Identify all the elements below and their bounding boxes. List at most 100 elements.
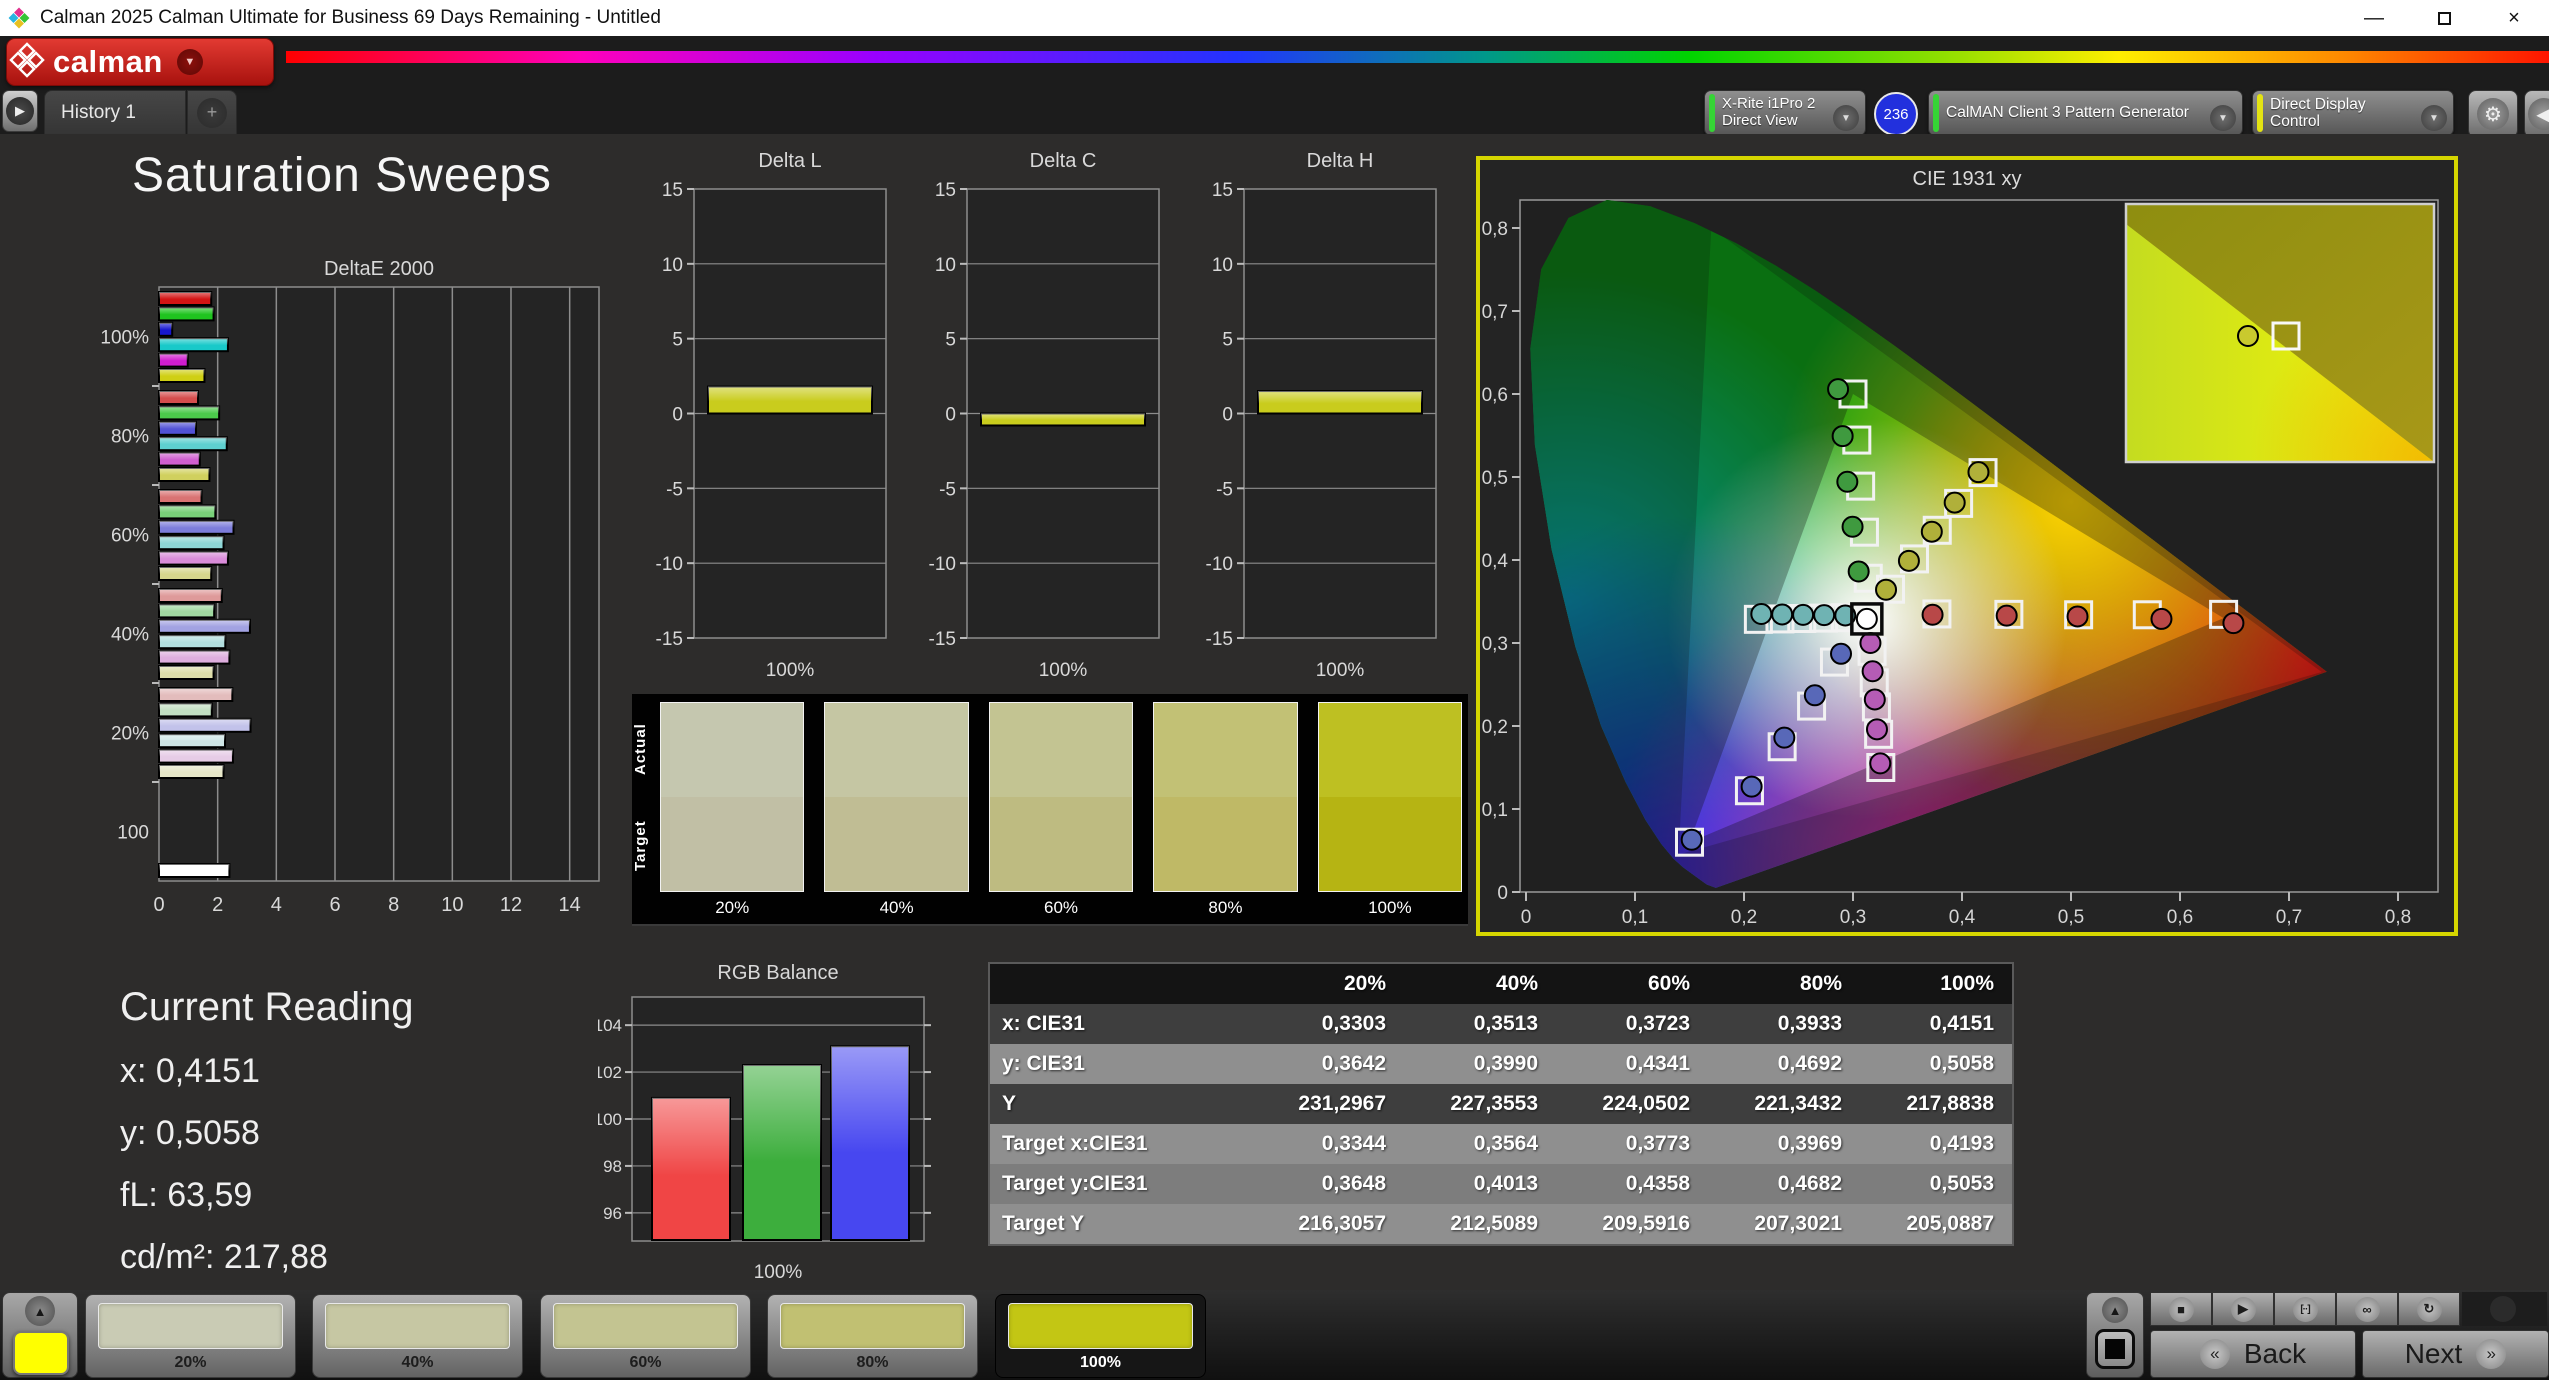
pattern-window-icon[interactable]: [2095, 1329, 2135, 1369]
svg-text:0,3: 0,3: [1840, 907, 1866, 928]
table-cell: 0,3969: [1708, 1124, 1860, 1164]
calman-app-icon: [8, 7, 30, 29]
table-cell: 0,4682: [1708, 1164, 1860, 1204]
gear-icon: ⚙: [2477, 98, 2509, 130]
swatch-level-label: 100%: [1368, 898, 1412, 917]
back-label: Back: [2243, 1338, 2307, 1369]
step-icon: [··]: [2292, 1296, 2318, 1322]
svg-text:4: 4: [271, 894, 282, 916]
table-cell: 207,3021: [1708, 1204, 1860, 1244]
calman-menu-button[interactable]: calman ▼: [6, 38, 274, 86]
next-button[interactable]: Next »: [2362, 1330, 2549, 1378]
indicator-circle-icon: [2490, 1296, 2516, 1322]
table-cell: 0,3642: [1252, 1044, 1404, 1084]
red-sweep-measured: [2150, 607, 2173, 630]
workspace: Saturation Sweeps DeltaE 2000 0 2 4 6 8 10 12 1…: [0, 134, 2549, 1290]
delta-c-plot: 15 10 5 0 -5 -10 -15: [929, 180, 1160, 650]
back-button[interactable]: « Back: [2150, 1330, 2356, 1378]
svg-text:0,7: 0,7: [2276, 907, 2302, 928]
table-row-label: x: CIE31: [990, 1004, 1252, 1044]
pattern-button-100%[interactable]: 100%: [995, 1294, 1206, 1378]
rgb-balance-xlabel: 100%: [753, 1262, 803, 1283]
restore-button[interactable]: [2409, 0, 2479, 36]
target-swatch-80%: [1153, 797, 1298, 892]
table-row-label: Target y:CIE31: [990, 1164, 1252, 1204]
display-control-dropdown[interactable]: Direct Display Control ▼: [2252, 90, 2454, 136]
svg-text:-10: -10: [929, 554, 956, 575]
add-tab-button[interactable]: +: [187, 90, 237, 134]
stop-icon: ■: [2168, 1296, 2194, 1322]
svg-text:0,4: 0,4: [1482, 551, 1509, 572]
svg-text:0,8: 0,8: [1482, 219, 1508, 240]
play-button[interactable]: ▶: [2212, 1292, 2274, 1326]
delta-c-chart: Delta C 15 10 5 0 -5 -10 -15 100%: [923, 150, 1163, 710]
disabled-indicator-chip: [2462, 1292, 2547, 1326]
play-icon: ▶: [2230, 1296, 2256, 1322]
svg-text:0,6: 0,6: [1482, 385, 1508, 406]
settings-button[interactable]: ⚙: [2468, 90, 2518, 138]
magenta-sweep-measured: [1859, 632, 1882, 654]
actual-swatch-60%: [988, 702, 1134, 797]
svg-text:40%: 40%: [111, 625, 149, 646]
table-cell: 0,3723: [1556, 1004, 1708, 1044]
loop-button[interactable]: ∞: [2336, 1292, 2398, 1326]
stop-button[interactable]: ■: [2150, 1292, 2212, 1326]
pattern-generator-dropdown[interactable]: CalMAN Client 3 Pattern Generator ▼: [1928, 90, 2243, 136]
svg-text:0,6: 0,6: [2167, 907, 2193, 928]
table-cell: 209,5916: [1556, 1204, 1708, 1244]
table-header-40%: 40%: [1404, 964, 1556, 1004]
svg-text:0: 0: [1222, 405, 1233, 426]
reading-cdm: cd/m²: 217,88: [120, 1238, 328, 1276]
svg-text:0,2: 0,2: [1731, 907, 1757, 928]
expand-up-icon[interactable]: ▲: [25, 1296, 55, 1326]
delta-l-plot: 15 10 5 0 -5 -10 -15: [656, 180, 887, 650]
table-cell: 221,3432: [1708, 1084, 1860, 1124]
yellow-sweep-measured: [1943, 491, 1966, 514]
top-toolbar: calman ▼ ▶ History 1 + X-Rite i1Pro 2 Dir…: [0, 36, 2549, 138]
tab-scroll-button[interactable]: ▶: [2, 90, 38, 132]
calman-diamond-icon: [9, 42, 45, 78]
table-cell: 212,5089: [1404, 1204, 1556, 1244]
svg-text:2: 2: [212, 894, 223, 916]
svg-text:-5: -5: [1216, 479, 1233, 500]
table-header-100%: 100%: [1860, 964, 2012, 1004]
swatch-level-label: 60%: [1044, 898, 1079, 917]
red-sweep-measured: [1995, 604, 2018, 627]
red-sweep-measured: [2066, 605, 2089, 628]
svg-text:100: 100: [117, 823, 149, 844]
table-header-60%: 60%: [1556, 964, 1708, 1004]
collapse-toolbar-button[interactable]: ◀: [2524, 90, 2549, 138]
svg-text:96: 96: [603, 1204, 622, 1223]
pattern-button-20%[interactable]: 20%: [85, 1294, 296, 1378]
loop-icon: ∞: [2354, 1296, 2380, 1322]
step-button[interactable]: [··]: [2274, 1292, 2336, 1326]
window-title: Calman 2025 Calman Ultimate for Business…: [40, 7, 661, 28]
rgb-balance-chart: RGB Balance 104 102 100 98 96 100%: [594, 962, 938, 1292]
meter-dropdown[interactable]: X-Rite i1Pro 2 Direct View ▼: [1704, 90, 1866, 136]
pattern-button-80%[interactable]: 80%: [767, 1294, 978, 1378]
refresh-icon: ↻: [2416, 1296, 2442, 1322]
calman-app-window: Calman 2025 Calman Ultimate for Business…: [0, 0, 2549, 1380]
table-cell: 0,3933: [1708, 1004, 1860, 1044]
tab-history-1[interactable]: History 1: [44, 90, 186, 134]
close-button[interactable]: ×: [2479, 0, 2549, 36]
pattern-button-60%[interactable]: 60%: [540, 1294, 751, 1378]
chevron-left-icon: ◀: [2528, 98, 2549, 130]
swatch-level-label: 80%: [1208, 898, 1243, 917]
pattern-button-40%[interactable]: 40%: [312, 1294, 523, 1378]
chevron-down-icon: ▼: [2210, 105, 2236, 131]
minimize-button[interactable]: —: [2339, 0, 2409, 36]
svg-text:10: 10: [1212, 255, 1233, 276]
svg-text:102: 102: [598, 1063, 622, 1082]
swatch-column-100%: 100%: [1317, 702, 1463, 918]
table-header-empty: [990, 964, 1252, 1004]
table-cell: 0,5058: [1860, 1044, 2012, 1084]
red-sweep-measured: [2222, 612, 2245, 635]
swatch-column-20%: 20%: [660, 702, 805, 918]
expand-up-icon[interactable]: ▲: [2102, 1297, 2128, 1323]
svg-text:14: 14: [559, 894, 581, 916]
table-row-label: Target Y: [990, 1204, 1252, 1244]
green-sweep-measured: [1831, 425, 1854, 448]
refresh-button[interactable]: ↻: [2398, 1292, 2460, 1326]
inset-measured: [2237, 325, 2259, 347]
